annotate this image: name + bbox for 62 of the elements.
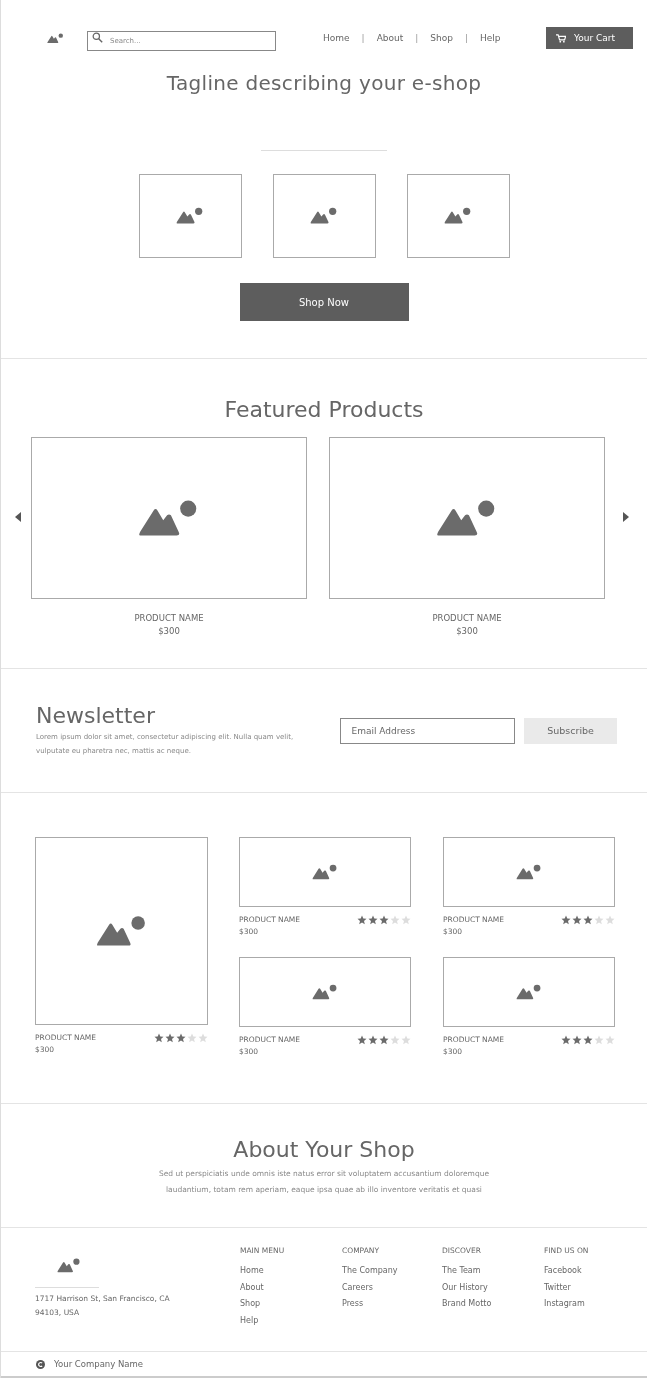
image-icon bbox=[444, 207, 472, 225]
nav-link[interactable]: About bbox=[376, 33, 404, 43]
image-icon bbox=[516, 983, 542, 1001]
section-title: Newsletter bbox=[36, 703, 156, 728]
nav-link[interactable]: Home bbox=[323, 33, 350, 43]
product-price: $300 bbox=[158, 626, 180, 636]
filled-star-icon bbox=[368, 915, 378, 925]
nav-link[interactable]: Help bbox=[479, 33, 501, 43]
footer-link[interactable]: The Team bbox=[442, 1263, 544, 1280]
filled-star-icon bbox=[561, 915, 571, 925]
filled-star-icon bbox=[165, 1033, 175, 1043]
nav-link[interactable]: Shop bbox=[430, 33, 453, 43]
image-icon bbox=[310, 207, 338, 225]
section-title: Featured Products bbox=[223, 397, 425, 423]
footer-link[interactable]: Instagram bbox=[544, 1296, 646, 1313]
filled-star-icon bbox=[379, 1035, 389, 1045]
subscribe-button[interactable]: Subscribe bbox=[524, 717, 617, 744]
footer-link[interactable]: Our History bbox=[442, 1279, 544, 1296]
previous-arrow-icon[interactable] bbox=[15, 511, 21, 522]
filled-star-icon bbox=[583, 915, 593, 925]
product-name: PRODUCT NAME bbox=[432, 613, 502, 623]
filled-star-icon bbox=[176, 1033, 186, 1043]
image-icon bbox=[516, 863, 542, 881]
image-icon bbox=[312, 983, 338, 1001]
filled-star-icon bbox=[379, 915, 389, 925]
cart-button[interactable]: Your Cart bbox=[546, 27, 633, 49]
separator: | bbox=[361, 33, 365, 43]
tagline: Tagline describing your e-shop bbox=[166, 70, 482, 96]
filled-star-icon bbox=[561, 1035, 571, 1045]
footer-link[interactable]: Brand Motto bbox=[442, 1296, 544, 1313]
image-icon bbox=[176, 207, 204, 225]
shop-now-button[interactable]: Shop Now bbox=[239, 283, 409, 321]
footer-link[interactable]: Help bbox=[240, 1312, 342, 1329]
email-field[interactable]: Email Address bbox=[340, 717, 516, 744]
footer-link[interactable]: The Company bbox=[342, 1263, 442, 1280]
footer-link[interactable]: Home bbox=[240, 1263, 342, 1280]
filled-star-icon bbox=[357, 915, 367, 925]
next-arrow-icon[interactable] bbox=[623, 511, 629, 522]
company-name: Your Company Name bbox=[54, 1359, 144, 1369]
image-icon bbox=[57, 1258, 81, 1273]
image-icon bbox=[312, 863, 338, 881]
copyright-icon bbox=[36, 1359, 45, 1369]
filled-star-icon bbox=[154, 1033, 164, 1043]
footer-link[interactable]: Careers bbox=[342, 1279, 442, 1296]
footer-link[interactable]: Shop bbox=[240, 1296, 342, 1313]
product-name: PRODUCT NAME bbox=[134, 613, 204, 623]
separator: | bbox=[464, 33, 468, 43]
filled-star-icon bbox=[368, 1035, 378, 1045]
separator: | bbox=[415, 33, 419, 43]
product-price: $300 bbox=[456, 626, 478, 636]
footer-link[interactable]: Press bbox=[342, 1296, 442, 1313]
image-icon bbox=[47, 32, 64, 44]
filled-star-icon bbox=[357, 1035, 367, 1045]
footer-link[interactable]: Facebook bbox=[544, 1263, 646, 1280]
footer-link[interactable]: About bbox=[240, 1279, 342, 1296]
cart-icon bbox=[556, 33, 566, 43]
filled-star-icon bbox=[583, 1035, 593, 1045]
filled-star-icon bbox=[572, 1035, 582, 1045]
section-title: About Your Shop bbox=[232, 1137, 416, 1163]
footer-link[interactable]: Twitter bbox=[544, 1279, 646, 1296]
filled-star-icon bbox=[572, 915, 582, 925]
image-icon bbox=[95, 914, 148, 948]
